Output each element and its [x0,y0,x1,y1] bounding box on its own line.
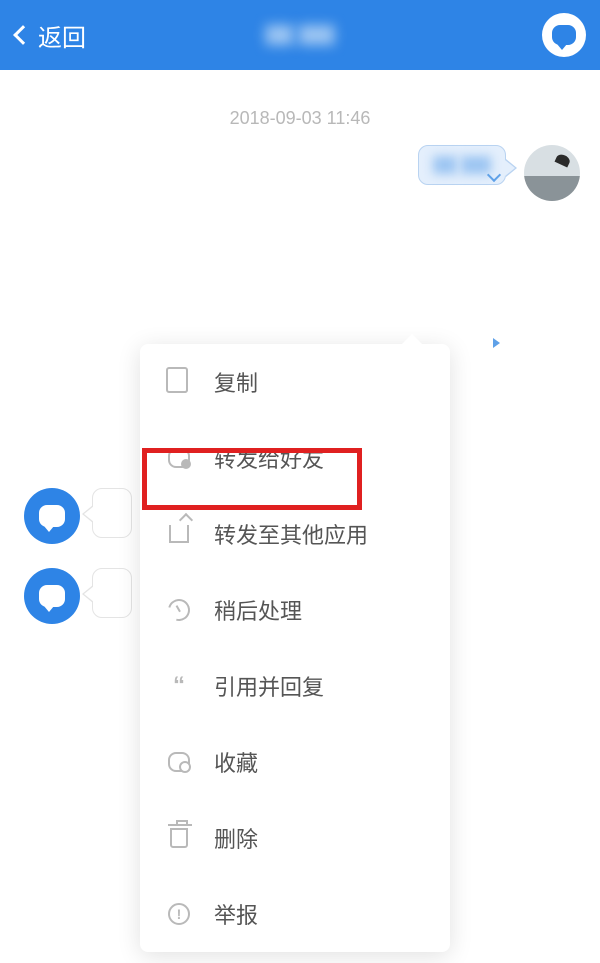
menu-label: 举报 [214,898,258,930]
menu-label: 复制 [214,366,258,398]
clock-icon [166,597,192,623]
speech-bubble-icon [39,585,65,607]
message-bubble[interactable] [92,488,132,538]
menu-item-delete[interactable]: 删除 [140,800,450,876]
menu-label: 收藏 [214,746,258,778]
recipient-avatar[interactable] [24,568,80,624]
trash-icon [166,825,192,851]
speech-bubble-icon [39,505,65,527]
back-label: 返回 [38,18,86,53]
message-bubble[interactable] [92,568,132,618]
message-bubble[interactable] [418,145,506,185]
menu-label: 转发至其他应用 [214,518,368,550]
outgoing-message[interactable] [20,145,580,201]
chevron-left-icon [13,25,33,45]
menu-item-favorite[interactable]: 收藏 [140,724,450,800]
menu-label: 引用并回复 [214,670,324,702]
forward-icon [166,445,192,471]
menu-label: 稍后处理 [214,594,302,626]
incoming-message[interactable] [24,568,132,624]
menu-label: 删除 [214,822,258,854]
incoming-message[interactable] [24,488,132,544]
copy-icon [166,369,192,395]
speech-bubble-icon [552,25,576,45]
menu-label: 转发给好友 [214,442,324,474]
quote-icon: “ [166,673,192,699]
chat-title [266,25,335,45]
menu-item-forward-friend[interactable]: 转发给好友 [140,420,450,496]
back-button[interactable]: 返回 [16,18,86,53]
play-icon [493,338,500,348]
header-bar: 返回 [0,0,600,70]
menu-item-forward-app[interactable]: 转发至其他应用 [140,496,450,572]
report-icon: ! [166,901,192,927]
message-timestamp: 2018-09-03 11:46 [20,108,580,129]
chat-info-button[interactable] [542,13,586,57]
message-context-menu: 复制 转发给好友 转发至其他应用 稍后处理 “ 引用并回复 收藏 删除 ! 举报 [140,344,450,952]
menu-item-later[interactable]: 稍后处理 [140,572,450,648]
menu-item-report[interactable]: ! 举报 [140,876,450,952]
chat-body: 2018-09-03 11:46 [0,108,600,963]
sender-avatar[interactable] [524,145,580,201]
star-icon [166,749,192,775]
share-icon [166,521,192,547]
menu-item-copy[interactable]: 复制 [140,344,450,420]
menu-item-quote-reply[interactable]: “ 引用并回复 [140,648,450,724]
recipient-avatar[interactable] [24,488,80,544]
